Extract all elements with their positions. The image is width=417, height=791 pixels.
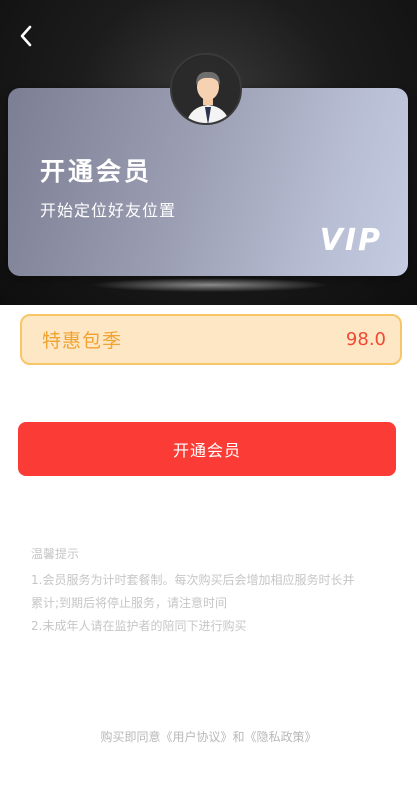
- vip-badge: VIP: [319, 223, 382, 258]
- back-button[interactable]: [10, 20, 42, 52]
- tips-title: 温馨提示: [31, 547, 80, 561]
- plan-option-quarterly[interactable]: 特惠包季 98.0: [20, 314, 402, 365]
- activate-membership-button[interactable]: 开通会员: [18, 422, 396, 476]
- tips-section: 温馨提示 1.会员服务为计时套餐制。每次购买后会增加相应服务时长并 累计;到期后…: [31, 545, 401, 638]
- card-glow: [90, 278, 330, 292]
- tips-line-3: 2.未成年人请在监护者的陪同下进行购买: [31, 619, 247, 633]
- plan-price: 98.0: [345, 329, 386, 350]
- card-subtitle: 开始定位好友位置: [40, 201, 177, 220]
- tips-line-1: 1.会员服务为计时套餐制。每次购买后会增加相应服务时长并: [31, 573, 355, 587]
- tips-line-2: 累计;到期后将停止服务，请注意时间: [31, 596, 228, 610]
- agreement-footer[interactable]: 购买即同意《用户协议》和《隐私政策》: [0, 728, 417, 745]
- card-title: 开通会员: [40, 157, 153, 186]
- plan-name: 特惠包季: [42, 330, 123, 352]
- avatar: [170, 53, 242, 125]
- chevron-left-icon: [20, 25, 32, 47]
- membership-hero: 开通会员 开始定位好友位置 VIP: [0, 0, 417, 305]
